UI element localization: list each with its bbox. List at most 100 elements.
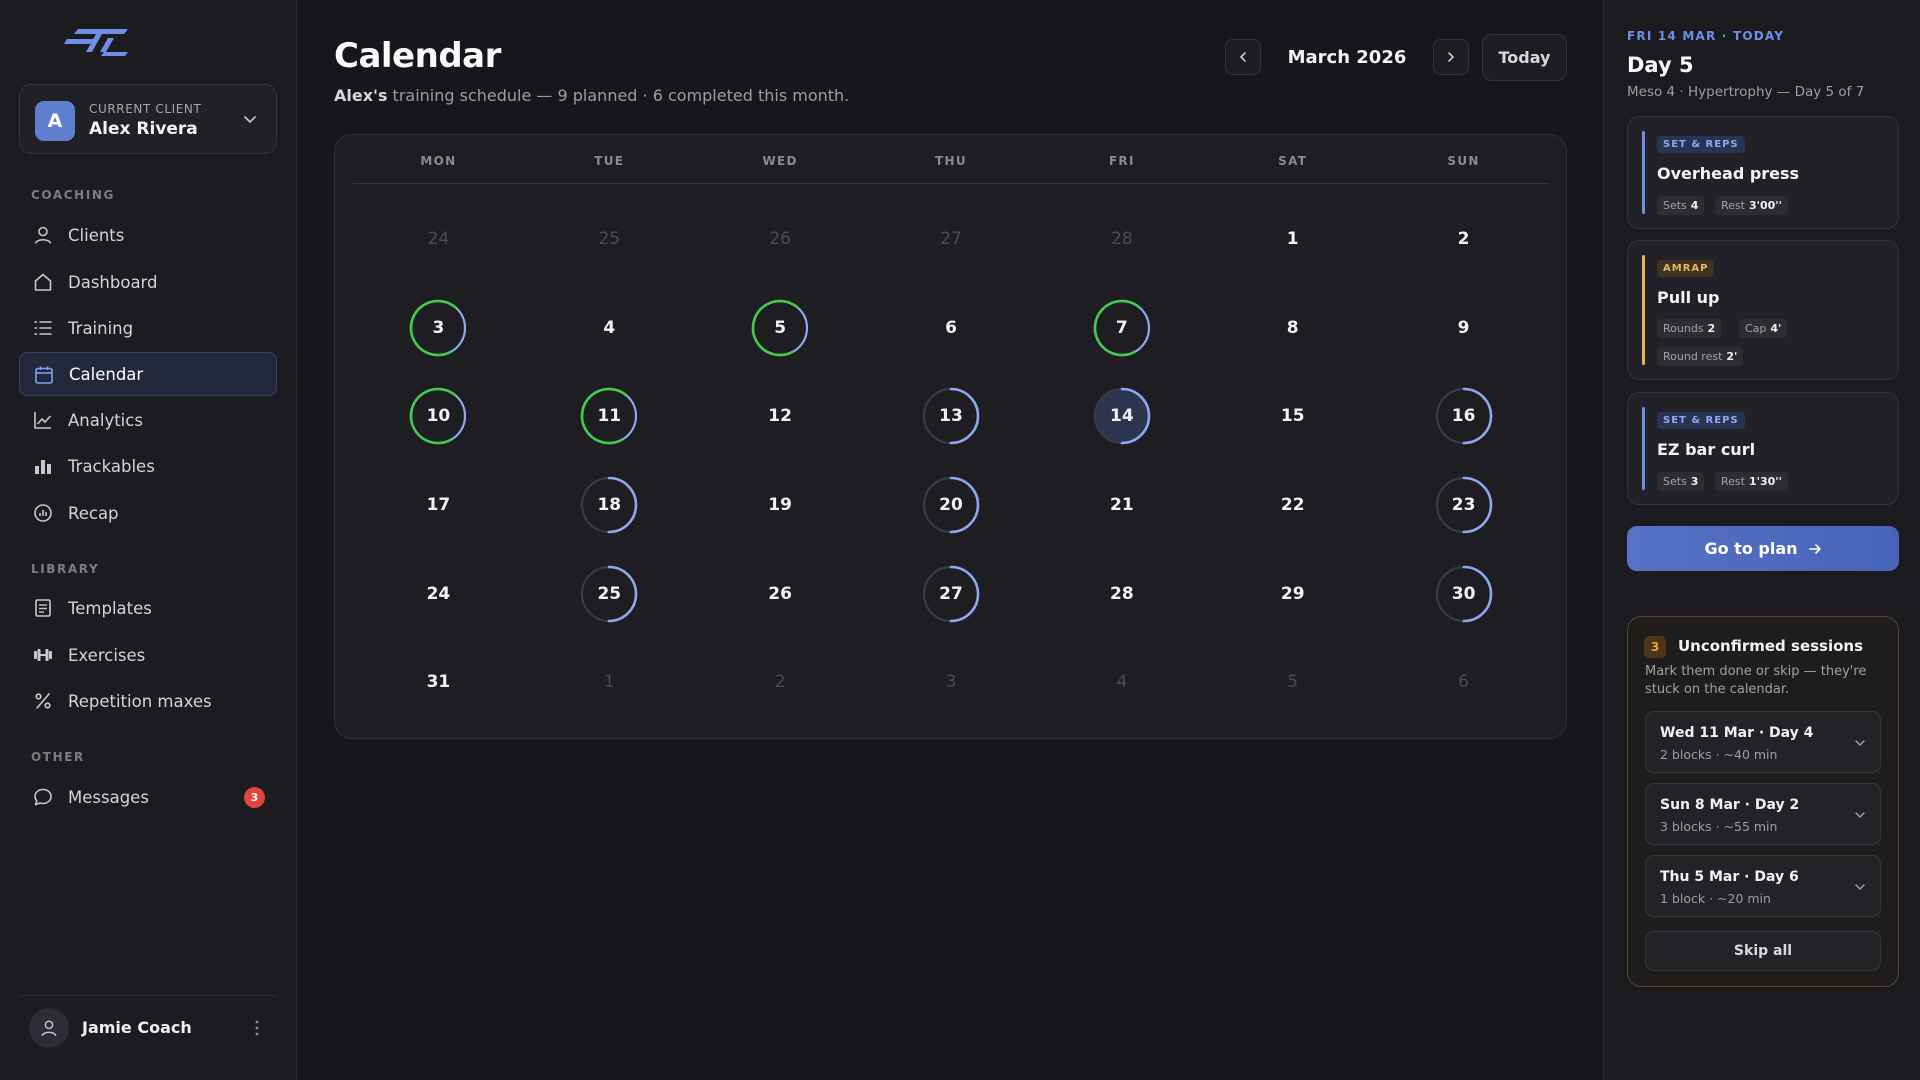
unread-badge: 3 — [244, 787, 265, 808]
calendar-day[interactable]: 3 — [353, 284, 524, 373]
sidebar-item-training[interactable]: Training — [19, 306, 277, 350]
sidebar-item-templates[interactable]: Templates — [19, 586, 277, 630]
exercise-accent-bar — [1642, 407, 1645, 490]
sidebar-item-clients[interactable]: Clients — [19, 213, 277, 257]
calendar-day[interactable]: 5 — [695, 284, 866, 373]
unconfirmed-session-item[interactable]: Thu 5 Mar · Day 6 1 block · ~20 min — [1645, 855, 1881, 917]
calendar-day[interactable]: 30 — [1378, 549, 1549, 638]
list-icon — [34, 321, 52, 335]
calendar-day[interactable]: 29 — [1207, 549, 1378, 638]
session-title: Sun 8 Mar · Day 2 — [1660, 797, 1800, 813]
weekday-label: SUN — [1447, 154, 1480, 168]
calendar-day[interactable]: 7 — [1036, 284, 1207, 373]
calendar-day-outside: 1 — [524, 638, 695, 727]
exercise-card[interactable]: SET & REPS Overhead press Sets 4 Rest 3'00… — [1627, 116, 1899, 229]
exercise-card[interactable]: SET & REPS EZ bar curl Sets 3 Rest 1'30'' — [1627, 392, 1899, 505]
chip-key: Rest — [1721, 475, 1745, 488]
calendar-day[interactable]: 2 — [1378, 195, 1549, 284]
sidebar-item-label: Recap — [68, 503, 119, 523]
calendar-day[interactable]: 21 — [1036, 461, 1207, 550]
exercise-chip: Rest 3'00'' — [1715, 196, 1789, 215]
day-number: 4 — [603, 317, 616, 338]
day-number: 28 — [1110, 583, 1134, 604]
day-number: 25 — [598, 229, 621, 250]
calendar-day[interactable]: 10 — [353, 372, 524, 461]
calendar-day[interactable]: 28 — [1036, 549, 1207, 638]
unconfirmed-title: Unconfirmed sessions — [1678, 637, 1864, 655]
calendar-day-outside: 27 — [866, 195, 1037, 284]
calendar-day[interactable]: 15 — [1207, 372, 1378, 461]
sidebar-item-recap[interactable]: Recap — [19, 491, 277, 535]
calendar-day[interactable]: 24 — [353, 549, 524, 638]
calendar-day[interactable]: 25 — [524, 549, 695, 638]
day-number: 27 — [940, 229, 962, 250]
day-number: 3 — [945, 672, 957, 693]
dumbbell-icon — [34, 649, 52, 661]
next-month-button[interactable] — [1433, 39, 1469, 75]
calendar-day[interactable]: 19 — [695, 461, 866, 550]
day-number: 2 — [1457, 229, 1470, 250]
calendar-day-outside: 4 — [1036, 638, 1207, 727]
client-name: Alex Rivera — [89, 119, 198, 139]
chevron-down-icon — [1855, 812, 1865, 819]
calendar-day[interactable]: 9 — [1378, 284, 1549, 373]
sidebar-item-messages[interactable]: Messages 3 — [19, 775, 277, 819]
more-vertical-icon[interactable] — [253, 1019, 261, 1037]
exercise-type-tag: AMRAP — [1657, 260, 1715, 277]
chevron-left-icon — [1239, 52, 1246, 62]
sidebar-item-label: Messages — [68, 787, 149, 807]
sidebar-item-dashboard[interactable]: Dashboard — [19, 260, 277, 304]
sidebar-item-exercises[interactable]: Exercises — [19, 633, 277, 677]
calendar-day[interactable]: 12 — [695, 372, 866, 461]
unconfirmed-sessions-card: 3 Unconfirmed sessions Mark them done or… — [1627, 616, 1899, 987]
calendar-day[interactable]: 4 — [524, 284, 695, 373]
calendar-day[interactable]: 13 — [866, 372, 1037, 461]
calendar-day-outside: 26 — [695, 195, 866, 284]
sidebar-item-calendar[interactable]: Calendar — [19, 352, 277, 396]
day-number: 31 — [426, 672, 451, 693]
day-number: 27 — [939, 583, 963, 604]
calendar-day[interactable]: 18 — [524, 461, 695, 550]
client-caption: CURRENT CLIENT — [89, 102, 202, 116]
calendar-day[interactable]: 31 — [353, 638, 524, 727]
calendar-day[interactable]: 26 — [695, 549, 866, 638]
day-number: 29 — [1280, 583, 1305, 604]
app-logo[interactable] — [64, 26, 130, 58]
today-button[interactable]: Today — [1482, 34, 1567, 81]
chip-key: Sets — [1663, 475, 1687, 488]
bar-chart-icon — [35, 460, 51, 474]
unconfirmed-session-item[interactable]: Sun 8 Mar · Day 2 3 blocks · ~55 min — [1645, 783, 1881, 845]
calendar-day[interactable]: 11 — [524, 372, 695, 461]
calendar-day[interactable]: 8 — [1207, 284, 1378, 373]
weekday-label: FRI — [1108, 154, 1135, 168]
go-to-plan-button[interactable]: Go to plan — [1627, 526, 1899, 571]
percent-icon — [35, 693, 51, 709]
calendar-day[interactable]: 22 — [1207, 461, 1378, 550]
calendar-day[interactable]: 23 — [1378, 461, 1549, 550]
unconfirmed-session-item[interactable]: Wed 11 Mar · Day 4 2 blocks · ~40 min — [1645, 711, 1881, 773]
skip-all-button[interactable]: Skip all — [1645, 931, 1881, 971]
day-number: 20 — [939, 495, 963, 516]
day-number: 17 — [426, 495, 451, 516]
client-avatar: A — [35, 101, 75, 141]
calendar-day[interactable]: 6 — [866, 284, 1037, 373]
client-switcher[interactable]: A CURRENT CLIENT Alex Rivera — [19, 84, 277, 154]
calendar-day[interactable]: 17 — [353, 461, 524, 550]
sidebar-item-analytics[interactable]: Analytics — [19, 398, 277, 442]
day-number: 5 — [1287, 672, 1299, 693]
calendar-day[interactable]: 16 — [1378, 372, 1549, 461]
exercise-accent-bar — [1642, 255, 1645, 365]
sidebar-item-repetition-maxes[interactable]: Repetition maxes — [19, 679, 277, 723]
chip-key: Rest — [1721, 199, 1745, 212]
previous-month-button[interactable] — [1225, 39, 1261, 75]
exercise-card[interactable]: AMRAP Pull up Rounds 2 Cap 4' Round rest 2' — [1627, 240, 1899, 380]
current-user[interactable]: Jamie Coach — [19, 995, 277, 1063]
calendar-day[interactable]: 14 — [1036, 372, 1207, 461]
calendar-day[interactable]: 27 — [866, 549, 1037, 638]
calendar-day[interactable]: 1 — [1207, 195, 1378, 284]
calendar-day[interactable]: 20 — [866, 461, 1037, 550]
chevron-down-icon — [244, 116, 256, 124]
page-title: Calendar — [334, 36, 501, 76]
sidebar-item-trackables[interactable]: Trackables — [19, 444, 277, 488]
chip-key: Sets — [1663, 199, 1687, 212]
